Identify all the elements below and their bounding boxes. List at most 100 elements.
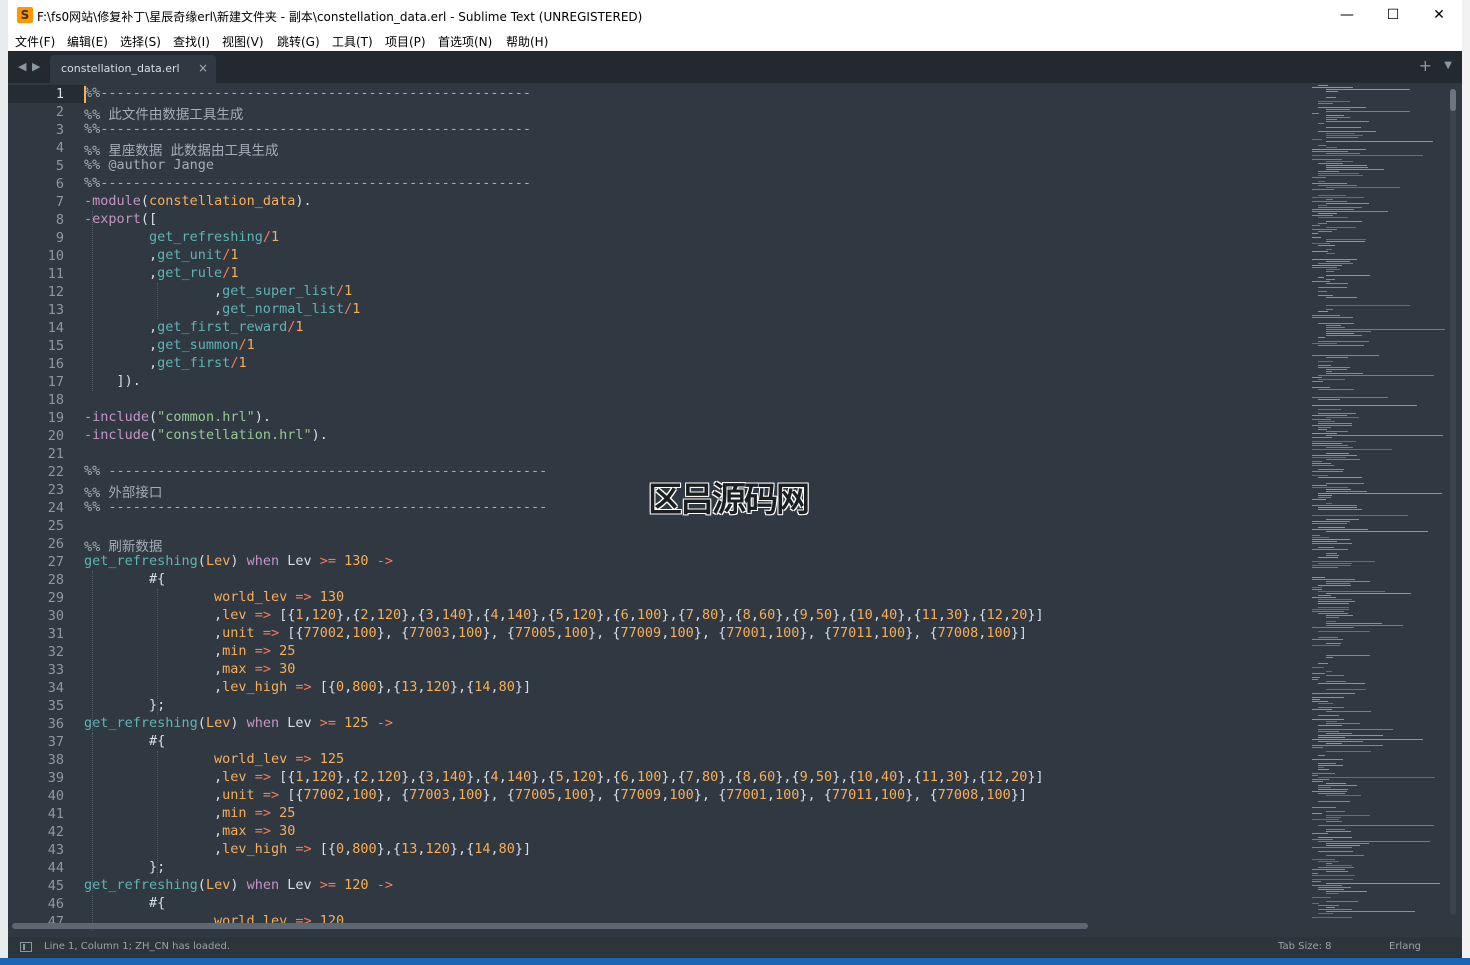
- code-token: ,: [84, 643, 223, 659]
- code-token: (: [149, 427, 158, 443]
- minimize-button[interactable]: —: [1324, 0, 1370, 30]
- tab-menu-chevron-icon[interactable]: ▼: [1444, 60, 1452, 71]
- code-token: }]: [514, 679, 532, 695]
- code-token: 20: [1011, 769, 1028, 785]
- minimap-line: [1312, 859, 1335, 860]
- code-token: 2: [360, 607, 369, 623]
- code-line: ,get_normal_list/1: [84, 301, 360, 319]
- minimap-line: [1326, 275, 1370, 276]
- minimap-line: [1312, 499, 1326, 500]
- code-token: (: [197, 553, 206, 569]
- menu-selection[interactable]: 选择(S): [120, 33, 161, 50]
- code-token: 0: [336, 679, 345, 695]
- minimap-line: [1326, 279, 1335, 280]
- code-token: get_summon: [157, 337, 239, 353]
- code-token: 30: [279, 823, 296, 839]
- minimap-line: [1318, 841, 1430, 842]
- minimap-line: [1312, 87, 1353, 88]
- status-tab-size[interactable]: Tab Size: 8: [1278, 941, 1332, 952]
- line-number: 45: [47, 878, 64, 894]
- tab-prev-arrow-icon[interactable]: ◀: [18, 60, 26, 73]
- minimap-line: [1312, 151, 1348, 152]
- code-token: ,: [766, 625, 776, 641]
- sublime-app-icon[interactable]: S: [17, 7, 33, 23]
- menu-project[interactable]: 项目(P): [385, 33, 426, 50]
- menu-file[interactable]: 文件(F): [15, 33, 55, 50]
- menu-find[interactable]: 查找(I): [173, 33, 210, 50]
- minimap-line: [1326, 489, 1351, 490]
- horizontal-scrollbar[interactable]: [12, 923, 1088, 929]
- minimap-line: [1318, 171, 1339, 172]
- code-token: 120: [311, 607, 337, 623]
- code-token: ,: [693, 607, 703, 623]
- minimap-line: [1326, 335, 1362, 336]
- tab-next-arrow-icon[interactable]: ▶: [32, 60, 40, 73]
- code-token: ,: [84, 265, 158, 281]
- minimap-line: [1312, 745, 1383, 746]
- minimap-line: [1326, 643, 1341, 644]
- minimap-line: [1318, 361, 1333, 362]
- code-token: ->: [376, 877, 393, 893]
- maximize-button[interactable]: ☐: [1370, 0, 1416, 30]
- code-token: };: [84, 859, 166, 875]
- minimap-line: [1318, 345, 1364, 346]
- code-token: (: [140, 193, 150, 209]
- code-token: ,: [750, 769, 759, 785]
- vertical-scrollbar-thumb[interactable]: [1450, 89, 1456, 111]
- code-token: }, {: [693, 787, 727, 803]
- menu-tools[interactable]: 工具(T): [332, 33, 373, 50]
- minimap-line: [1312, 589, 1322, 590]
- menu-view[interactable]: 视图(V): [222, 33, 264, 50]
- code-token: Lev: [205, 715, 231, 731]
- line-number: 46: [47, 896, 64, 912]
- tab-close-icon[interactable]: ×: [198, 61, 208, 75]
- code-token: 13: [401, 841, 418, 857]
- minimap-line: [1326, 271, 1334, 272]
- minimap-line: [1326, 203, 1369, 204]
- new-tab-plus-icon[interactable]: +: [1419, 56, 1432, 75]
- code-token: 5: [555, 769, 564, 785]
- code-line: ,lev_high => [{0,800},{13,120},{14,80}]: [84, 841, 531, 859]
- code-token: 100: [563, 787, 589, 803]
- minimap-line: [1312, 639, 1343, 640]
- minimap-line: [1326, 911, 1415, 912]
- title-bar[interactable]: S F:\fs0网站\修复补丁\星辰奇缘erl\新建文件夹 - 副本\const…: [8, 0, 1462, 30]
- minimap-line: [1318, 337, 1325, 338]
- menu-edit[interactable]: 编辑(E): [67, 33, 108, 50]
- minimap-line: [1326, 503, 1332, 504]
- minimap-line: [1326, 829, 1345, 830]
- tab-constellation-data[interactable]: constellation_data.erl ×: [50, 55, 216, 83]
- code-token: #{: [84, 571, 166, 587]
- minimap[interactable]: [1308, 83, 1450, 921]
- code-token: ([: [140, 211, 158, 227]
- status-syntax[interactable]: Erlang: [1389, 941, 1421, 952]
- menu-help[interactable]: 帮助(H): [506, 33, 548, 50]
- code-line: %%--------------------------------------…: [84, 85, 531, 103]
- code-line: ,get_rule/1: [84, 265, 238, 283]
- minimap-line: [1318, 497, 1331, 498]
- minimap-line: [1318, 185, 1357, 186]
- code-token: 120: [311, 769, 337, 785]
- line-number: 19: [47, 410, 64, 426]
- menu-preferences[interactable]: 首选项(N): [438, 33, 492, 50]
- close-button[interactable]: ✕: [1416, 0, 1462, 30]
- code-token: =>: [254, 643, 271, 659]
- menu-goto[interactable]: 跳转(G): [277, 33, 320, 50]
- code-token: 120: [571, 607, 597, 623]
- code-token: },{: [962, 769, 987, 785]
- code-token: }, {: [799, 625, 832, 641]
- code-token: ,: [490, 679, 499, 695]
- minimap-line: [1318, 637, 1338, 638]
- code-token: 120: [376, 769, 402, 785]
- code-token: 1: [230, 265, 239, 281]
- code-token: 120: [344, 877, 369, 893]
- panel-toggle-icon[interactable]: [20, 942, 32, 952]
- code-token: ]).: [84, 373, 141, 389]
- vertical-scrollbar[interactable]: [1450, 89, 1456, 915]
- minimap-line: [1312, 543, 1352, 544]
- code-token: 77005: [514, 625, 556, 641]
